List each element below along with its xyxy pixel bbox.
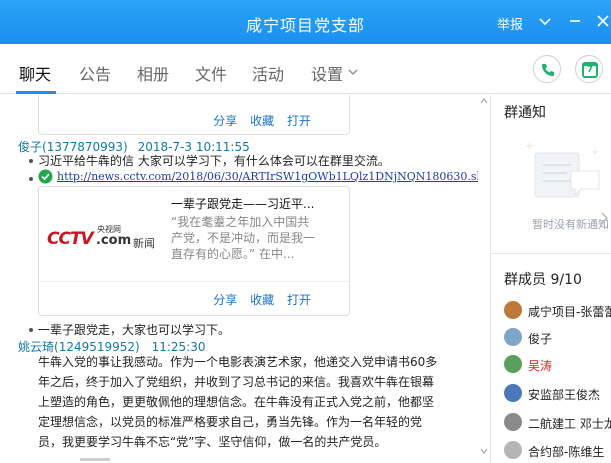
shared-link-card-previous[interactable]: 分享 收藏 打开: [38, 95, 350, 135]
active-tab-indicator: [16, 91, 56, 94]
avatar: [504, 384, 522, 402]
member-name: 俊子: [528, 332, 553, 346]
phone-icon: [542, 64, 554, 76]
avatar: [504, 328, 522, 346]
card-actions: 分享 收藏 打开: [213, 112, 311, 129]
logo-com: .com: [96, 233, 132, 248]
verified-shield-icon: [38, 169, 53, 184]
avatar: [504, 355, 522, 373]
bullet-icon: [29, 328, 33, 332]
minimize-icon[interactable]: [566, 12, 584, 30]
sender-name[interactable]: 姚云琦: [18, 340, 54, 354]
tab-files[interactable]: 文件: [195, 61, 227, 85]
card-desc-3: 直存有的心愿。” 在中...: [171, 247, 295, 261]
open-link[interactable]: 打开: [287, 293, 311, 307]
card-title: 一辈子跟党走——习近平...: [171, 197, 315, 211]
shared-link[interactable]: http://news.cctv.com/2018/06/30/ARTIrSW1…: [57, 170, 490, 183]
bullet-icon: [29, 177, 33, 181]
cctv-logo: CCTV 央视网 .com 新闻: [47, 223, 159, 259]
avatar: [504, 301, 522, 319]
logo-news: 新闻: [133, 237, 155, 250]
tab-chat[interactable]: 聊天: [19, 61, 51, 85]
message-text-line: 牛犇入党的事让我感动。作为一个电影表演艺术家，他递交入党申请书60多: [38, 355, 438, 369]
share-link[interactable]: 分享: [213, 293, 237, 307]
title-bar: 咸宁项目党支部 举报: [0, 0, 611, 44]
member-name: 吴涛: [528, 359, 553, 373]
scroll-up-icon[interactable]: [480, 97, 488, 105]
arrow-right-icon[interactable]: [599, 210, 611, 226]
chat-messages: 分享 收藏 打开 俊子(1377870993) 2018-7-3 10:11:5…: [0, 95, 490, 463]
empty-notice-icon: + +: [525, 141, 600, 198]
logo-main: CCTV: [47, 229, 94, 249]
avatar: [504, 413, 522, 431]
card-desc-2: 产党，不是冲动，而是我一: [171, 231, 316, 245]
bullet-icon: [29, 159, 33, 163]
members-title: 群成员 9/10: [504, 272, 582, 288]
close-icon[interactable]: [594, 12, 611, 30]
notice-title: 群通知: [504, 105, 546, 121]
member-item[interactable]: 咸宁项目-张蕾蕾: [504, 299, 611, 321]
member-name: 二航建工 邓士龙: [528, 417, 611, 431]
message-text-line: 年之后，终于加入了党组织，并收到了习总书记的来信。我喜欢牛犇在银幕: [38, 375, 435, 389]
member-item[interactable]: 合约部-陈维生: [504, 439, 611, 461]
favorite-link[interactable]: 收藏: [250, 293, 274, 307]
shared-link-card[interactable]: CCTV 央视网 .com 新闻 一辈子跟党走——习近平... “我在耄耋之年加…: [38, 186, 350, 316]
calendar-day: 7: [586, 65, 594, 75]
horizontal-scrollbar[interactable]: [0, 455, 478, 463]
sender-qq[interactable]: (1249519952): [54, 340, 140, 354]
tab-announcement[interactable]: 公告: [79, 61, 111, 85]
tab-bar: 聊天 公告 相册 文件 活动 设置 7: [0, 44, 611, 94]
message-text: 习近平给牛犇的信 大家可以学习下，有什么体会可以在群里交流。: [38, 154, 390, 168]
svg-text:+: +: [525, 141, 533, 152]
chevron-down-icon[interactable]: [347, 66, 359, 78]
member-name: 安监部王俊杰: [528, 388, 601, 402]
member-item[interactable]: 吴涛: [504, 353, 611, 375]
member-item[interactable]: 二航建工 邓士龙: [504, 411, 611, 433]
open-link[interactable]: 打开: [287, 114, 311, 128]
chat-scrollbar[interactable]: [478, 95, 490, 463]
call-button[interactable]: [533, 55, 561, 83]
card-actions: 分享 收藏 打开: [213, 291, 311, 308]
message-text-line: 员，我更要学习牛犇不忘“党”字、坚守信仰，做一名的共产党员。: [38, 435, 387, 449]
scroll-down-icon[interactable]: [480, 447, 488, 455]
svg-text:+: +: [591, 147, 599, 158]
tab-activity[interactable]: 活动: [252, 61, 284, 85]
card-desc-1: “我在耄耋之年加入中国共: [171, 215, 310, 229]
favorite-link[interactable]: 收藏: [250, 114, 274, 128]
share-link[interactable]: 分享: [213, 114, 237, 128]
message-text: 一辈子跟党走，大家也可以学习下。: [38, 323, 231, 337]
calendar-icon: 7: [582, 62, 598, 78]
calendar-button[interactable]: 7: [575, 55, 603, 83]
side-panel: 群通知 + + 暂时没有新通知 群成员 9/10 咸宁项目-张蕾蕾 俊子 吴涛 …: [491, 95, 611, 463]
avatar: [504, 441, 522, 459]
message-text-line: 定理想信念，以党员的标准严格要求自己，勇当先锋。作为一名年轻的党: [38, 415, 423, 429]
tab-settings[interactable]: 设置: [311, 61, 343, 85]
notice-empty-text: 暂时没有新通知: [532, 218, 609, 231]
chevron-down-icon[interactable]: [536, 12, 554, 30]
message-text-line: 上塑造的角色，更更敬佩他的理想信念。在牛犇没有正式入党之前，他都坚: [38, 395, 435, 409]
report-button[interactable]: 举报: [497, 14, 523, 33]
member-name: 合约部-陈维生: [528, 445, 605, 459]
tab-album[interactable]: 相册: [137, 61, 169, 85]
member-item[interactable]: 俊子: [504, 326, 611, 348]
member-item[interactable]: 安监部王俊杰: [504, 382, 611, 404]
member-name: 咸宁项目-张蕾蕾: [528, 305, 611, 319]
message-time: 11:25:30: [151, 340, 206, 354]
